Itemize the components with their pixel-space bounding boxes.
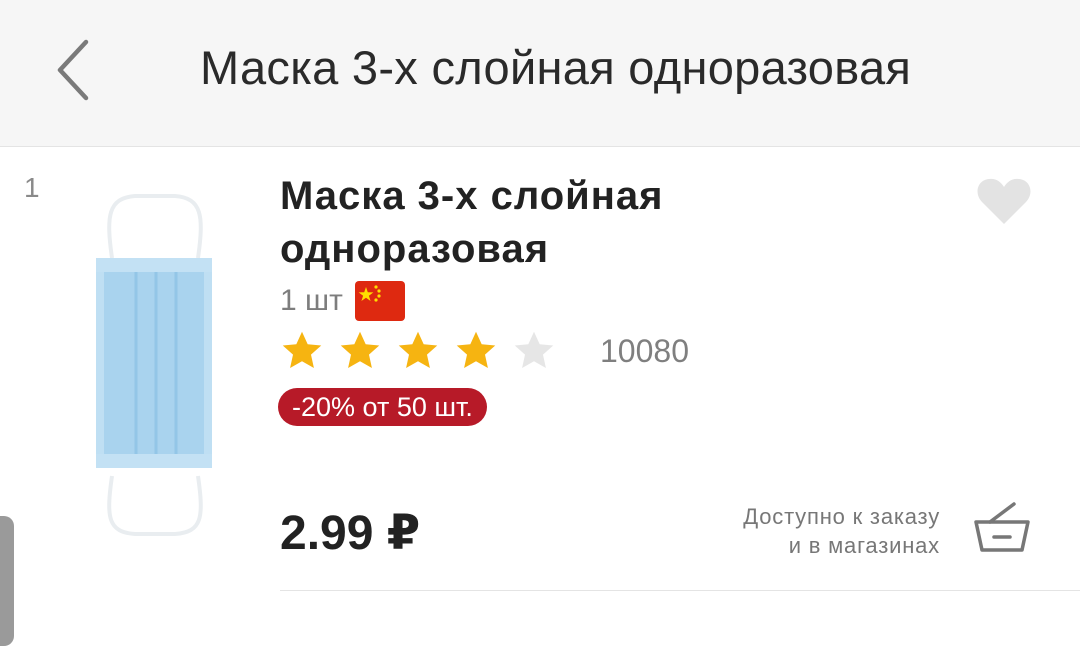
review-count[interactable]: 10080 <box>600 333 689 370</box>
heart-icon <box>977 178 1031 224</box>
back-button[interactable] <box>48 36 98 106</box>
face-mask-image <box>96 194 212 536</box>
star-icon <box>514 331 554 369</box>
unit-label: 1 шт <box>280 284 343 317</box>
availability-line-1: Доступно к заказу <box>743 504 940 529</box>
add-to-cart-button[interactable] <box>970 500 1034 556</box>
basket-icon <box>974 502 1030 552</box>
star-icon <box>340 331 380 369</box>
chevron-left-icon <box>57 39 89 101</box>
item-index: 1 <box>24 172 40 203</box>
product-image[interactable] <box>90 186 220 542</box>
availability-line-2: и в магазинах <box>788 533 940 558</box>
favorite-button[interactable] <box>975 176 1033 226</box>
page-title: Маска 3-х слойная одноразовая <box>200 41 912 94</box>
divider <box>280 590 1080 591</box>
star-icon <box>282 331 322 369</box>
price: 2.99 ₽ <box>280 507 421 560</box>
product-title[interactable]: Маска 3-х слойная одноразовая <box>280 170 840 276</box>
china-flag-icon <box>354 281 405 321</box>
rating-row: 10080 <box>280 326 689 376</box>
availability-text: Доступно к заказу и в магазинах <box>660 502 940 560</box>
scroll-indicator[interactable] <box>0 516 14 646</box>
star-icon <box>398 331 438 369</box>
unit-row: 1 шт <box>280 280 405 322</box>
star-icon <box>456 331 496 369</box>
discount-badge: -20% от 50 шт. <box>278 388 487 426</box>
header-bar: Маска 3-х слойная одноразовая <box>0 0 1080 147</box>
